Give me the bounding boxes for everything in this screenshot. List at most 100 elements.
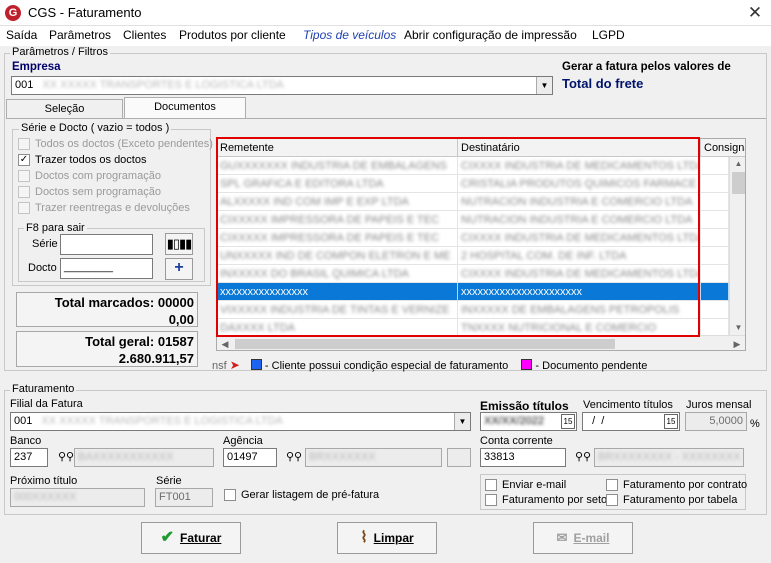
barcode-icon: ▮▯▮▮: [166, 236, 193, 251]
legend-text-pendente: - Documento pendente: [532, 360, 648, 372]
menu-parametros[interactable]: Parâmetros: [49, 28, 111, 42]
chk-faturamento-tabela[interactable]: Faturamento por tabela: [606, 494, 737, 507]
legend-blue-swatch: [250, 359, 262, 370]
gerar-fatura-value: Total do frete: [562, 76, 644, 91]
agencia-label: Agência: [223, 435, 263, 447]
calendar-icon[interactable]: 15: [664, 414, 678, 429]
chk-faturamento-contrato[interactable]: Faturamento por contrato: [606, 479, 747, 492]
limpar-button[interactable]: ⌇ Limpar: [337, 522, 437, 554]
checkbox-icon: [485, 494, 497, 507]
empresa-select[interactable]: 001 XX XXXXX TRANSPORTES E LOGISTICA LTD…: [11, 76, 553, 95]
vencimento-date-input[interactable]: / / 15: [582, 412, 680, 431]
chk-faturamento-setor[interactable]: Faturamento por setor: [485, 494, 611, 507]
add-docto-button[interactable]: +: [165, 258, 193, 280]
f8-serie-input[interactable]: [60, 234, 153, 255]
menu-tipos-de-veiculos[interactable]: Tipos de veículos: [303, 28, 396, 42]
total-geral-value: 2.680.911,57: [118, 351, 194, 366]
checkbox-icon: [18, 186, 30, 199]
chevron-down-icon[interactable]: ▼: [454, 413, 470, 430]
cell-consignatario: [701, 193, 729, 211]
proximo-titulo-input: 000XXXXXX: [10, 488, 145, 507]
tab-border: [6, 118, 766, 119]
scroll-thumb[interactable]: [732, 172, 745, 194]
checkbox-icon: [606, 494, 618, 507]
menu-clientes[interactable]: Clientes: [123, 28, 166, 42]
checkbox-icon: [485, 479, 497, 492]
broom-icon: ⌇: [360, 529, 368, 546]
chk-todos-doctos[interactable]: Todos os doctos (Exceto pendentes): [18, 138, 213, 153]
horizontal-scrollbar[interactable]: ◀ ▶: [217, 335, 745, 350]
calendar-icon[interactable]: 15: [561, 414, 575, 429]
faturar-button[interactable]: ✔ Faturar: [141, 522, 241, 554]
proximo-titulo-label: Próximo título: [10, 475, 78, 487]
title-bar: G CGS - Faturamento ✕: [0, 0, 771, 26]
scroll-left-icon[interactable]: ◀: [217, 336, 233, 350]
f8-legend: F8 para sair: [24, 222, 87, 234]
binoculars-icon[interactable]: ⚲⚲: [575, 450, 591, 463]
arrow-icon: ➤: [229, 358, 240, 372]
fatura-serie-label: Série: [156, 475, 182, 487]
banco-code-input[interactable]: 237: [10, 448, 48, 467]
scroll-right-icon[interactable]: ▶: [729, 336, 745, 350]
params-legend: Parâmetros / Filtros: [10, 46, 110, 58]
cell-consignatario: [701, 175, 729, 193]
chk-gerar-listagem[interactable]: Gerar listagem de pré-fatura: [224, 489, 379, 502]
emissao-value: XX/XX/2022: [484, 415, 544, 427]
total-marcados-count: 00000: [157, 295, 194, 310]
binoculars-icon[interactable]: ⚲⚲: [58, 450, 74, 463]
binoculars-icon[interactable]: ⚲⚲: [286, 450, 302, 463]
total-geral-label: Total geral:: [85, 334, 155, 349]
window-title: CGS - Faturamento: [28, 5, 142, 20]
chk-sem-programacao[interactable]: Doctos sem programação: [18, 186, 161, 201]
app-logo-icon: G: [5, 5, 21, 21]
chk-com-programacao[interactable]: Doctos com programação: [18, 170, 161, 185]
menu-bar: Saída Parâmetros Clientes Produtos por c…: [0, 26, 771, 46]
menu-lgpd[interactable]: LGPD: [592, 28, 625, 42]
chk-trazer-todos[interactable]: ✓ Trazer todos os doctos: [18, 154, 146, 169]
scroll-down-icon[interactable]: ▼: [730, 321, 745, 335]
f8-serie-label: Série: [32, 238, 58, 250]
checkbox-icon: [18, 170, 30, 183]
agencia-code-input[interactable]: 01497: [223, 448, 277, 467]
chk-reentregas[interactable]: Trazer reentregas e devoluções: [18, 202, 190, 217]
total-geral-box: Total geral: 01587 2.680.911,57: [16, 331, 198, 367]
banco-label: Banco: [10, 435, 42, 447]
menu-produtos-por-cliente[interactable]: Produtos por cliente: [179, 28, 286, 42]
agencia-name-input: BRXXXXXXX: [305, 448, 442, 467]
tab-selecao[interactable]: Seleção: [6, 99, 123, 118]
menu-abrir-configuracao[interactable]: Abrir configuração de impressão: [404, 28, 577, 42]
checkbox-icon: [224, 489, 236, 502]
faturamento-legend: Faturamento: [10, 383, 77, 395]
cell-consignatario: [701, 229, 729, 247]
cell-consignatario: [701, 283, 729, 301]
emissao-label: Emissão títulos: [480, 399, 569, 413]
chk-enviar-email[interactable]: Enviar e-mail: [485, 479, 566, 492]
vertical-scrollbar[interactable]: ▲ ▼: [729, 157, 745, 335]
filial-code: 001: [14, 415, 33, 427]
plus-icon: +: [174, 259, 184, 276]
empresa-label: Empresa: [12, 61, 61, 73]
empresa-code: 001: [15, 79, 34, 91]
total-marcados-label: Total marcados:: [54, 295, 155, 310]
menu-saida[interactable]: Saída: [6, 28, 37, 42]
scroll-thumb-h[interactable]: [235, 339, 615, 349]
agencia-digit-input: [447, 448, 471, 467]
tab-documentos[interactable]: Documentos: [124, 97, 246, 119]
checkbox-icon: [18, 202, 30, 215]
scroll-up-icon[interactable]: ▲: [730, 157, 745, 171]
juros-input[interactable]: 5,0000: [685, 412, 747, 431]
email-button[interactable]: ✉ E-mail: [533, 522, 633, 554]
legend-magenta-swatch: [521, 359, 533, 370]
f8-docto-input[interactable]: ________: [60, 258, 153, 279]
cell-consignatario: [701, 157, 729, 175]
barcode-button[interactable]: ▮▯▮▮: [165, 233, 193, 255]
conta-code-input[interactable]: 33813: [480, 448, 566, 467]
chevron-down-icon[interactable]: ▼: [536, 77, 552, 94]
cell-consignatario: [701, 265, 729, 283]
emissao-date-input[interactable]: XX/XX/2022 15: [480, 412, 577, 431]
empresa-name: XX XXXXX TRANSPORTES E LOGISTICA LTDA: [42, 79, 284, 91]
col-header-consignatario[interactable]: Consignatário: [701, 139, 745, 157]
close-icon[interactable]: ✕: [744, 2, 766, 24]
filial-select[interactable]: 001 XX XXXXX TRANSPORTES E LOGISTICA LTD…: [10, 412, 471, 431]
highlight-box: [216, 137, 700, 337]
